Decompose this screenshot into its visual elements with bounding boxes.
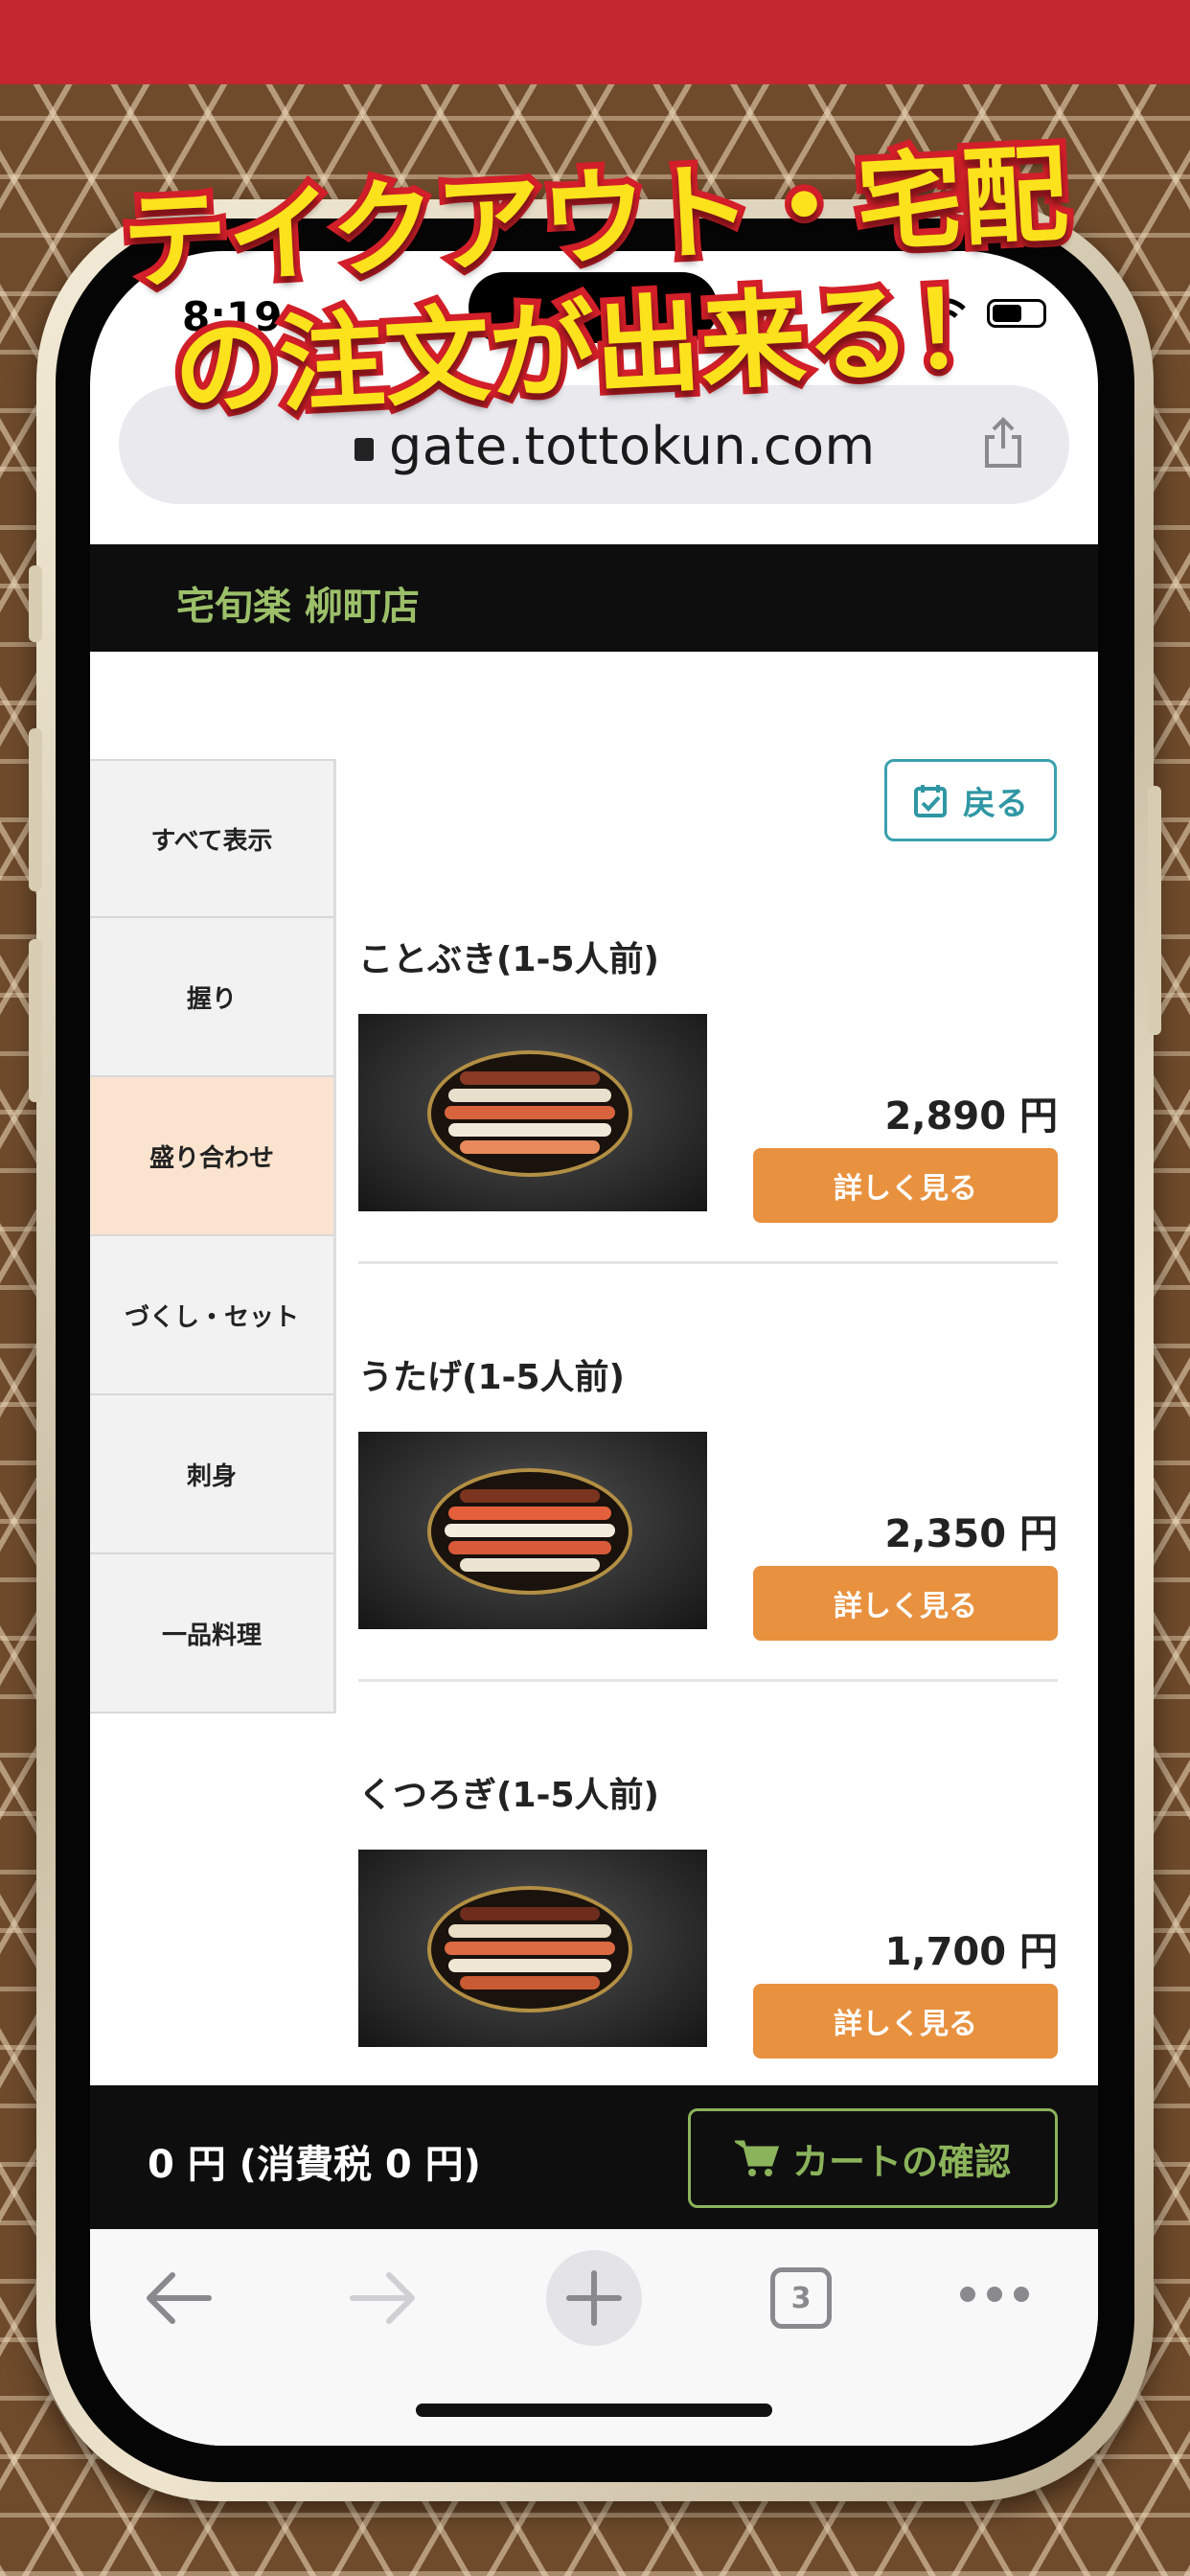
- product-image[interactable]: [358, 1432, 707, 1629]
- product-name: くつろぎ(1-5人前): [358, 1776, 659, 1815]
- view-details-button[interactable]: 詳しく見る: [753, 1984, 1058, 2058]
- category-item-assortment[interactable]: 盛り合わせ: [90, 1077, 333, 1236]
- phone-screen: 8:19 gate.tottokun.com 宅旬楽 柳町店 すべて表示 握り …: [90, 251, 1098, 2446]
- plus-icon: [566, 2270, 622, 2326]
- store-header: 宅旬楽 柳町店: [90, 544, 1098, 652]
- home-indicator: [416, 2404, 772, 2417]
- category-item-sets[interactable]: づくし・セット: [90, 1236, 333, 1395]
- product-price: 1,700 円: [884, 1930, 1058, 1974]
- product-price: 2,890 円: [884, 1094, 1058, 1138]
- category-item-nigiri[interactable]: 握り: [90, 918, 333, 1077]
- divider: [358, 1261, 1058, 1264]
- product-name: うたげ(1-5人前): [358, 1358, 625, 1397]
- store-name: 宅旬楽 柳町店: [176, 585, 420, 629]
- product-price: 2,350 円: [884, 1512, 1058, 1556]
- product-card: くつろぎ(1-5人前) 1,700 円 詳しく見る: [358, 1767, 1058, 2083]
- product-name: ことぶき(1-5人前): [358, 940, 659, 979]
- product-card: ことぶき(1-5人前) 2,890 円 詳しく見る: [358, 932, 1058, 1267]
- share-icon[interactable]: [981, 416, 1025, 470]
- status-bar: 8:19: [90, 251, 1098, 364]
- address-bar[interactable]: gate.tottokun.com: [119, 385, 1069, 504]
- url-text: gate.tottokun.com: [389, 416, 876, 476]
- view-cart-button[interactable]: カートの確認: [688, 2108, 1058, 2208]
- tab-count: 3: [790, 2281, 812, 2315]
- battery-icon: [987, 299, 1046, 328]
- category-sidebar: すべて表示 握り 盛り合わせ づくし・セット 刺身 一品料理: [90, 759, 336, 1714]
- cart-total: 0 円 (消費税 0 円): [148, 2143, 481, 2187]
- product-card: うたげ(1-5人前) 2,350 円 詳しく見る: [358, 1349, 1058, 1685]
- back-arrow-icon[interactable]: [142, 2267, 215, 2329]
- sushi-platter: [427, 1050, 632, 1177]
- cart-bar: 0 円 (消費税 0 円) カートの確認: [90, 2085, 1098, 2229]
- category-item-all[interactable]: すべて表示: [90, 759, 333, 918]
- lock-icon: [355, 438, 374, 461]
- sushi-platter: [427, 1886, 632, 2012]
- category-item-sashimi[interactable]: 刺身: [90, 1395, 333, 1554]
- category-item-side-dishes[interactable]: 一品料理: [90, 1554, 333, 1714]
- forward-arrow-icon[interactable]: [347, 2267, 420, 2329]
- new-tab-button[interactable]: [546, 2250, 642, 2346]
- product-image[interactable]: [358, 1850, 707, 2047]
- view-details-button[interactable]: 詳しく見る: [753, 1148, 1058, 1223]
- more-icon[interactable]: [956, 2283, 1033, 2306]
- phone-power-button: [1148, 786, 1161, 1035]
- status-time: 8:19: [182, 293, 283, 340]
- tabs-button[interactable]: 3: [770, 2267, 832, 2329]
- view-cart-label: カートの確認: [791, 2140, 1011, 2183]
- phone-side-button: [29, 565, 42, 642]
- sushi-platter: [427, 1468, 632, 1595]
- back-button-label: 戻る: [963, 784, 1028, 823]
- product-image[interactable]: [358, 1014, 707, 1211]
- top-red-band: [0, 0, 1190, 84]
- phone-volume-up: [29, 728, 42, 891]
- back-button[interactable]: 戻る: [884, 759, 1057, 841]
- view-details-button[interactable]: 詳しく見る: [753, 1566, 1058, 1641]
- dynamic-island: [469, 272, 718, 343]
- calendar-check-icon: [914, 785, 947, 817]
- divider: [358, 1679, 1058, 1682]
- phone-volume-down: [29, 939, 42, 1102]
- cart-icon: [734, 2140, 779, 2176]
- wifi-icon: [922, 297, 966, 330]
